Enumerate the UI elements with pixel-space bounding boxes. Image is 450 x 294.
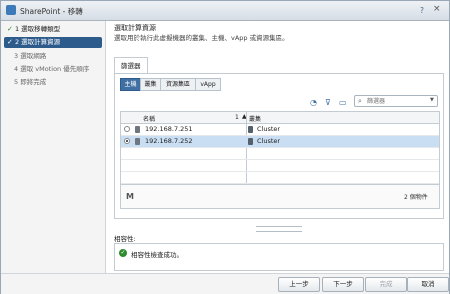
host-table: 名稱 1 ▲ 叢集 192.168.7.251 Cluster 192.168.… xyxy=(120,111,440,209)
window-title: SharePoint - 移轉 xyxy=(20,7,83,16)
subtab-hosts[interactable]: 主機 xyxy=(120,78,141,91)
step-ready-to-complete[interactable]: 5 即將完成 xyxy=(4,77,102,88)
button-bar: 上一步 下一步 完成 取消 xyxy=(1,273,449,294)
table-row[interactable]: 192.168.7.252 Cluster xyxy=(121,136,439,148)
step-label: 即將完成 xyxy=(20,78,47,86)
step-select-vmotion-priority[interactable]: 4 選取 vMotion 優先順序 xyxy=(4,64,102,75)
host-name: 192.168.7.252 xyxy=(145,137,193,145)
step-number: 2 xyxy=(14,38,20,46)
table-header: 名稱 1 ▲ 叢集 xyxy=(121,112,439,124)
step-select-network[interactable]: 3 選取網路 xyxy=(4,51,102,62)
column-header-name[interactable]: 名稱 xyxy=(143,114,155,123)
splitter-handle[interactable] xyxy=(256,226,302,232)
step-number: 4 xyxy=(14,65,19,73)
table-row xyxy=(121,160,439,172)
filter-search[interactable]: ⌕ ▼ xyxy=(354,95,438,107)
help-icon[interactable]: ? xyxy=(420,6,424,15)
row-radio[interactable] xyxy=(124,126,130,132)
subtab-vapps[interactable]: vApp xyxy=(195,78,221,91)
step-label: 選取網路 xyxy=(20,52,47,60)
back-button[interactable]: 上一步 xyxy=(278,277,320,292)
step-label: 選取移轉類型 xyxy=(21,25,61,33)
page-subtitle: 選取用於執行此虛擬機器的叢集、主機、vApp 或資源集區。 xyxy=(114,34,289,42)
table-footer: M 2 個物件 xyxy=(121,184,439,208)
cancel-button[interactable]: 取消 xyxy=(407,277,449,292)
chevron-down-icon[interactable]: ▼ xyxy=(430,97,434,103)
finish-button[interactable]: 完成 xyxy=(365,277,407,292)
cluster-icon xyxy=(248,138,253,145)
cluster-name: Cluster xyxy=(257,137,281,145)
step-label: 選取 vMotion 優先順序 xyxy=(20,65,90,73)
check-circle-icon: ✓ xyxy=(119,249,127,257)
checkmark-icon: ✓ xyxy=(7,25,13,33)
vm-icon xyxy=(6,5,16,15)
step-select-compute-resource[interactable]: ✓ 2 選取計算資源 xyxy=(4,37,102,48)
compatibility-label: 相容性: xyxy=(114,235,136,243)
next-button[interactable]: 下一步 xyxy=(322,277,364,292)
filter-input[interactable] xyxy=(367,96,427,106)
subtab-clusters[interactable]: 叢集 xyxy=(140,78,161,91)
export-icon[interactable]: ▭ xyxy=(339,98,347,107)
cluster-name: Cluster xyxy=(257,125,281,133)
compatibility-message: 相容性檢查成功。 xyxy=(131,251,183,259)
sort-index: 1 xyxy=(235,114,239,121)
step-select-migration-type[interactable]: ✓ 1 選取移轉類型 xyxy=(4,24,102,35)
column-header-cluster[interactable]: 叢集 xyxy=(249,114,261,123)
step-number: 5 xyxy=(14,78,19,86)
step-label: 選取計算資源 xyxy=(21,38,61,46)
compatibility-panel: ✓ 相容性檢查成功。 xyxy=(114,243,444,271)
close-icon[interactable]: × xyxy=(433,4,441,14)
migration-dialog: SharePoint - 移轉 ? × ✓ 1 選取移轉類型 ✓ 2 選取計算資… xyxy=(0,0,450,294)
step-number: 3 xyxy=(14,52,19,60)
step-number: 1 xyxy=(14,25,20,33)
search-icon: ⌕ xyxy=(358,97,362,105)
filter-panel: 主機 叢集 資源集區 vApp ◔ ⊽ ▭ ⌕ ▼ 名稱 1 ▲ 叢集 xyxy=(114,73,444,219)
host-name: 192.168.7.251 xyxy=(145,125,193,133)
find-icon[interactable]: M xyxy=(126,192,134,201)
tab-filter[interactable]: 篩選器 xyxy=(114,57,148,74)
main-content: 選取計算資源 選取用於執行此虛擬機器的叢集、主機、vApp 或資源集區。 篩選器… xyxy=(106,21,449,273)
refresh-icon[interactable]: ◔ xyxy=(310,98,317,107)
object-count: 2 個物件 xyxy=(404,194,428,201)
host-icon xyxy=(135,138,140,145)
host-icon xyxy=(135,126,140,133)
subtab-resource-pools[interactable]: 資源集區 xyxy=(160,78,196,91)
filter-clear-icon[interactable]: ⊽ xyxy=(325,98,331,107)
table-row xyxy=(121,172,439,184)
title-bar: SharePoint - 移轉 ? × xyxy=(1,1,449,21)
checkmark-icon: ✓ xyxy=(7,38,13,46)
table-row[interactable]: 192.168.7.251 Cluster xyxy=(121,124,439,136)
wizard-steps: ✓ 1 選取移轉類型 ✓ 2 選取計算資源 3 選取網路 4 選取 vMotio… xyxy=(1,21,106,273)
cluster-icon xyxy=(248,126,253,133)
table-row xyxy=(121,148,439,160)
row-radio[interactable] xyxy=(124,138,130,144)
